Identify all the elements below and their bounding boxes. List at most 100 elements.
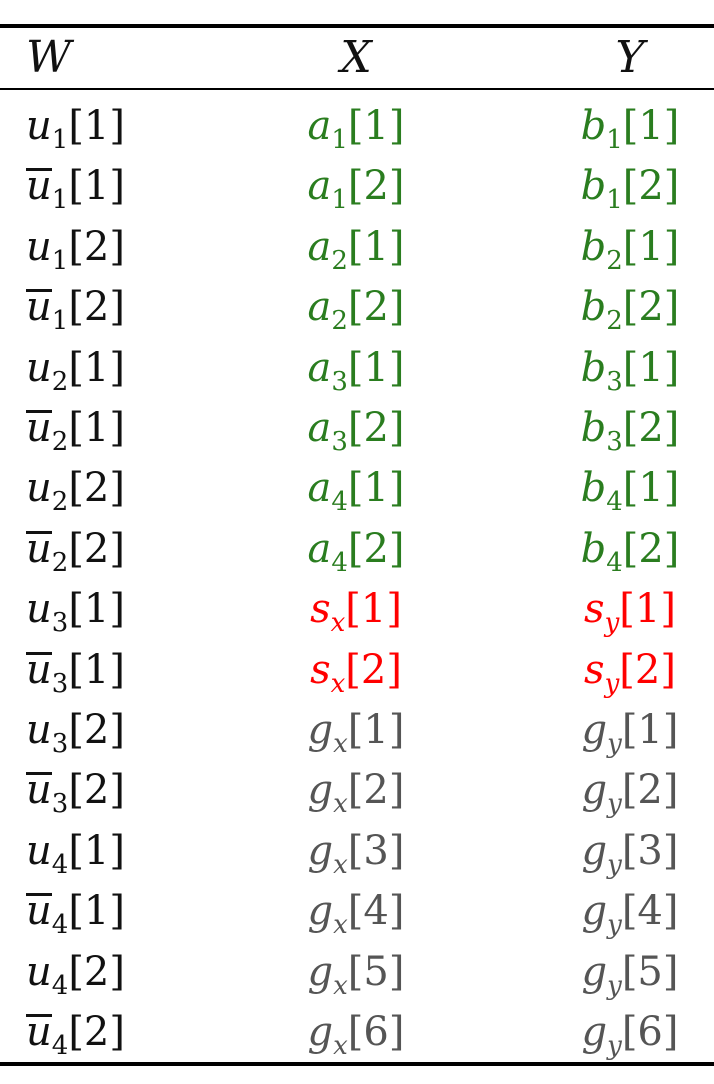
table-row: u1[1] a1[2] b1[2] xyxy=(0,156,714,216)
close-bracket: ] xyxy=(109,586,125,633)
cell-w: u4[2] xyxy=(26,1002,156,1062)
table-row: u2[1] a3[1] b3[1] xyxy=(0,338,714,398)
close-bracket: ] xyxy=(662,888,679,935)
cell-subscript: x xyxy=(333,849,348,880)
close-bracket: ] xyxy=(662,827,679,874)
cell-index: 2 xyxy=(634,646,661,693)
cell-w: u3[2] xyxy=(26,760,156,820)
table-row: u2[2] a4[1] b4[1] xyxy=(0,458,714,518)
open-bracket: [ xyxy=(347,223,364,270)
cell-subscript: 4 xyxy=(606,487,623,518)
overline: u xyxy=(26,650,52,690)
cell-symbol: u xyxy=(26,525,52,572)
cell-symbol: b xyxy=(580,284,607,331)
open-bracket: [ xyxy=(347,707,364,753)
cell-index: 1 xyxy=(363,223,389,270)
cell-index: 1 xyxy=(83,646,110,693)
cell-y: sy[1] xyxy=(560,579,700,639)
cell-symbol: s xyxy=(310,646,331,693)
cell-symbol: u xyxy=(26,646,52,693)
cell-w: u4[1] xyxy=(26,821,156,881)
open-bracket: [ xyxy=(68,284,84,331)
cell-subscript: 4 xyxy=(606,547,623,578)
cell-subscript: 3 xyxy=(51,789,69,820)
close-bracket: ] xyxy=(388,888,405,935)
cell-subscript: 1 xyxy=(606,125,623,155)
cell-subscript: y xyxy=(607,970,622,1001)
table-row: u2[2] a4[2] b4[2] xyxy=(0,519,714,579)
cell-index: 1 xyxy=(83,888,110,935)
cell-index: 1 xyxy=(363,103,389,149)
cell-symbol: a xyxy=(307,405,332,451)
open-bracket: [ xyxy=(347,767,364,814)
open-bracket: [ xyxy=(622,525,639,572)
cell-index: 2 xyxy=(363,163,389,210)
cell-subscript: y xyxy=(607,729,622,759)
open-bracket: [ xyxy=(68,103,84,149)
cell-subscript: 2 xyxy=(51,366,69,397)
cell-symbol: g xyxy=(581,888,608,935)
cell-index: 2 xyxy=(363,767,389,814)
close-bracket: ] xyxy=(660,646,676,693)
cell-subscript: x xyxy=(333,789,348,820)
cell-symbol: u xyxy=(26,465,52,512)
close-bracket: ] xyxy=(388,1009,405,1055)
cell-w: u3[2] xyxy=(26,700,156,760)
cell-subscript: y xyxy=(607,910,622,941)
cell-index: 2 xyxy=(83,707,110,753)
cell-x: a1[1] xyxy=(276,96,436,156)
cell-index: 1 xyxy=(83,103,110,149)
cell-index: 1 xyxy=(363,465,389,512)
close-bracket: ] xyxy=(388,525,405,572)
table-row: u2[1] a3[2] b3[2] xyxy=(0,398,714,458)
cell-index: 2 xyxy=(83,284,110,331)
cell-symbol: b xyxy=(580,525,607,572)
cell-index: 6 xyxy=(363,1009,389,1055)
cell-y: gy[1] xyxy=(560,700,700,760)
cell-symbol: s xyxy=(584,646,605,693)
cell-symbol: g xyxy=(307,888,334,935)
open-bracket: [ xyxy=(621,767,638,814)
close-bracket: ] xyxy=(388,405,405,451)
table-row: u1[2] a2[1] b2[1] xyxy=(0,217,714,277)
cell-symbol: u xyxy=(26,284,52,331)
close-bracket: ] xyxy=(109,525,125,572)
cell-index: 2 xyxy=(638,405,664,451)
open-bracket: [ xyxy=(347,1009,364,1055)
close-bracket: ] xyxy=(388,948,405,995)
cell-subscript: x xyxy=(330,608,346,639)
cell-w: u1[1] xyxy=(26,156,156,216)
cell-x: gx[4] xyxy=(276,881,436,941)
cell-index: 1 xyxy=(83,405,110,451)
cell-symbol: a xyxy=(307,284,332,331)
cell-subscript: 1 xyxy=(606,185,623,216)
overline: u xyxy=(26,529,52,569)
cell-symbol: u xyxy=(26,163,52,210)
cell-subscript: x xyxy=(333,910,348,941)
close-bracket: ] xyxy=(109,1009,125,1055)
cell-symbol: u xyxy=(26,103,52,149)
close-bracket: ] xyxy=(662,1009,679,1055)
cell-symbol: u xyxy=(26,707,52,753)
cell-subscript: y xyxy=(607,789,622,820)
open-bracket: [ xyxy=(622,103,639,149)
close-bracket: ] xyxy=(109,827,125,874)
cell-subscript: 2 xyxy=(51,547,69,578)
cell-index: 1 xyxy=(83,344,110,391)
cell-index: 2 xyxy=(83,465,110,512)
cell-index: 2 xyxy=(83,767,110,814)
cell-x: a2[2] xyxy=(276,277,436,337)
cell-index: 2 xyxy=(638,163,664,210)
cell-subscript: 2 xyxy=(331,245,348,276)
close-bracket: ] xyxy=(388,284,405,331)
cell-index: 3 xyxy=(637,827,663,874)
cell-subscript: 1 xyxy=(51,125,69,155)
cell-subscript: y xyxy=(607,1031,622,1061)
close-bracket: ] xyxy=(109,646,125,693)
cell-subscript: 2 xyxy=(606,245,623,276)
close-bracket: ] xyxy=(663,284,680,331)
open-bracket: [ xyxy=(345,646,361,693)
cell-subscript: 3 xyxy=(331,427,348,457)
open-bracket: [ xyxy=(68,707,84,753)
cell-subscript: 3 xyxy=(51,668,69,699)
